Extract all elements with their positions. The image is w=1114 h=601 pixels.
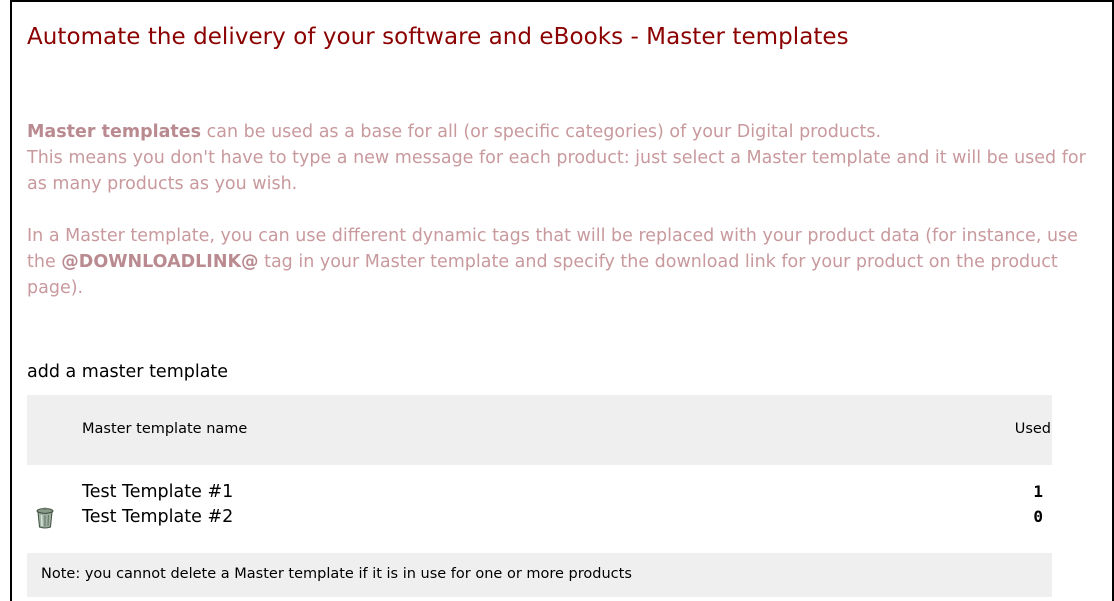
column-header-used: Used <box>1014 421 1051 437</box>
intro-text: Master templates can be used as a base f… <box>27 119 1087 301</box>
table-row: Test Template #1 1 <box>27 482 1052 508</box>
delete-note: Note: you cannot delete a Master templat… <box>27 553 1052 597</box>
add-master-template-link[interactable]: add a master template <box>27 362 228 382</box>
intro-paragraph-1: Master templates can be used as a base f… <box>27 119 1087 145</box>
note-text: Note: you cannot delete a Master templat… <box>41 566 632 582</box>
download-tag: @DOWNLOADLINK@ <box>61 252 259 272</box>
column-header-name: Master template name <box>82 421 248 437</box>
used-count: 1 <box>1033 482 1043 501</box>
intro-p1-text: can be used as a base for all (or specif… <box>201 122 882 142</box>
table-row: Test Template #2 0 <box>27 507 1052 533</box>
trash-icon[interactable] <box>35 507 55 529</box>
template-name-link[interactable]: Test Template #2 <box>82 507 233 527</box>
intro-bold-term: Master templates <box>27 122 202 142</box>
template-name-link[interactable]: Test Template #1 <box>82 482 233 502</box>
table-header: Master template name Used <box>27 395 1052 465</box>
intro-paragraph-2: This means you don't have to type a new … <box>27 148 1086 194</box>
page-title: Automate the delivery of your software a… <box>27 24 849 50</box>
used-count: 0 <box>1033 507 1043 526</box>
intro-paragraph-3: In a Master template, you can use differ… <box>27 223 1087 301</box>
